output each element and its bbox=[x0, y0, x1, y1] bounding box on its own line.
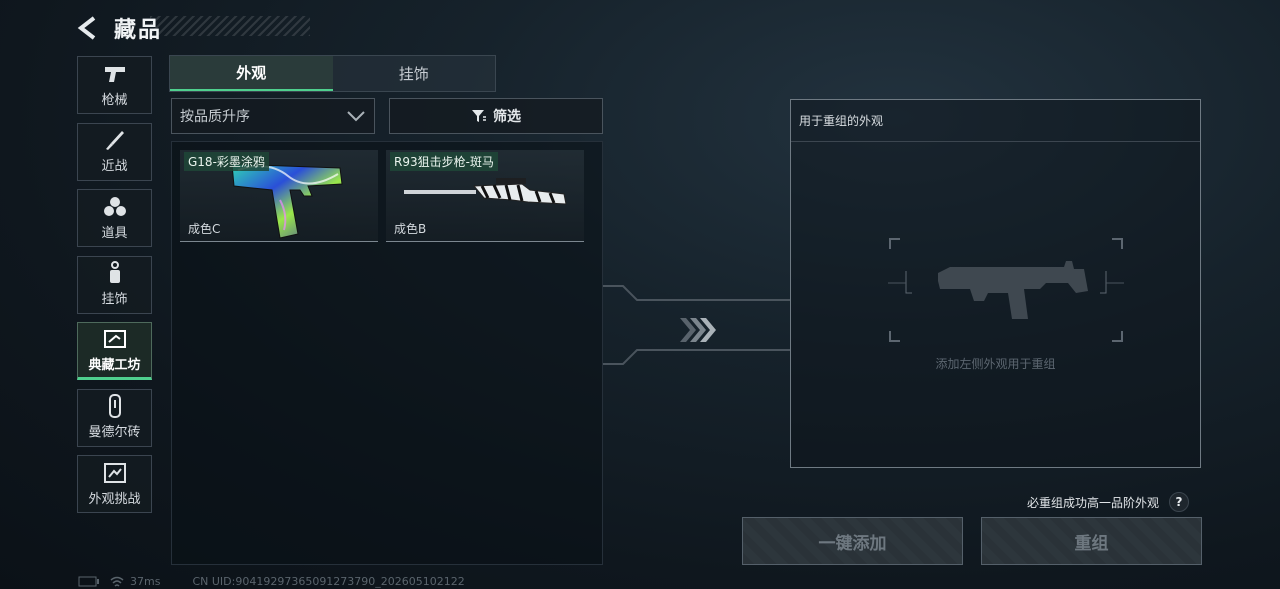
sidebar-item-workshop[interactable]: 典藏工坊 bbox=[77, 322, 152, 380]
uid-text: CN UID:904192973650912737​90_20260510212… bbox=[192, 575, 465, 588]
wifi-icon bbox=[110, 576, 124, 587]
item-grade: 成色C bbox=[188, 222, 221, 236]
sidebar-item-charms[interactable]: 挂饰 bbox=[77, 255, 152, 314]
filter-label: 筛选 bbox=[493, 109, 521, 125]
remix-panel-title: 用于重组的外观 bbox=[791, 100, 1200, 142]
remix-button[interactable]: 重组 bbox=[981, 517, 1202, 565]
filter-button[interactable]: 筛选 bbox=[389, 98, 603, 134]
guarantee-text: 必重组成功高一品阶外观 bbox=[1027, 495, 1160, 510]
item-grade: 成色B bbox=[394, 222, 427, 236]
brick-icon bbox=[103, 394, 127, 418]
chevron-down-icon bbox=[347, 111, 365, 122]
sidebar-item-label: 挂饰 bbox=[101, 292, 128, 307]
item-name: R93狙击步枪-斑马 bbox=[390, 152, 498, 171]
item-grid: G18-彩墨涂鸦 成色C R93狙击步枪-斑马 成色B bbox=[171, 141, 603, 565]
challenge-icon bbox=[103, 462, 127, 484]
add-all-button[interactable]: 一键添加 bbox=[742, 517, 963, 565]
sidebar-item-mandel-brick[interactable]: 曼德尔砖 bbox=[77, 388, 152, 447]
header: 藏品 bbox=[76, 10, 162, 46]
remix-hint: 添加左侧外观用于重组 bbox=[935, 357, 1056, 371]
status-bar: 37ms CN UID:904192973650912737​90_202605… bbox=[78, 575, 465, 588]
header-decoration bbox=[150, 16, 310, 36]
sidebar-item-guns[interactable]: 枪械 bbox=[77, 56, 152, 114]
tab-charms[interactable]: 挂饰 bbox=[332, 56, 495, 91]
ping-value: 37ms bbox=[130, 575, 161, 588]
sidebar-item-label: 道具 bbox=[101, 225, 128, 241]
sidebar-item-gadgets[interactable]: 道具 bbox=[77, 189, 152, 247]
pistol-skin-image bbox=[231, 163, 343, 239]
sidebar-item-label: 外观挑战 bbox=[88, 491, 141, 507]
remix-panel: 用于重组的外观 添加左侧外观用于重组 bbox=[790, 99, 1201, 468]
item-card[interactable]: R93狙击步枪-斑马 成色B bbox=[386, 150, 584, 242]
help-icon[interactable]: ? bbox=[1169, 492, 1190, 512]
tab-bar: 外观 挂饰 bbox=[169, 55, 496, 92]
workshop-icon bbox=[103, 328, 127, 350]
sort-dropdown[interactable]: 按品质升序 bbox=[171, 98, 375, 134]
sidebar-item-label: 近战 bbox=[101, 159, 128, 174]
sort-label: 按品质升序 bbox=[180, 109, 250, 125]
arrow-right-icon bbox=[680, 318, 716, 342]
tab-skins[interactable]: 外观 bbox=[170, 56, 333, 91]
filter-icon bbox=[472, 110, 486, 122]
sidebar-item-skin-challenge[interactable]: 外观挑战 bbox=[77, 455, 152, 513]
grenade-icon bbox=[103, 196, 127, 218]
sidebar-item-label: 典藏工坊 bbox=[88, 357, 141, 373]
knife-icon bbox=[103, 129, 127, 151]
category-sidebar: 枪械 近战 道具 挂饰 典藏工坊 曼德尔砖 外观挑战 bbox=[77, 56, 153, 522]
guarantee-note: 必重组成功高一品阶外观 ? bbox=[1027, 492, 1190, 512]
battery-icon bbox=[78, 576, 99, 587]
pistol-icon bbox=[103, 63, 127, 85]
sidebar-item-label: 曼德尔砖 bbox=[88, 425, 141, 440]
item-card[interactable]: G18-彩墨涂鸦 成色C bbox=[180, 150, 378, 242]
charm-icon bbox=[103, 261, 127, 284]
sidebar-item-label: 枪械 bbox=[101, 92, 128, 108]
sidebar-item-melee[interactable]: 近战 bbox=[77, 122, 152, 181]
back-arrow-icon[interactable] bbox=[76, 15, 100, 41]
rifle-placeholder-icon[interactable] bbox=[888, 237, 1124, 343]
sniper-skin-image bbox=[404, 178, 567, 205]
page-title: 藏品 bbox=[114, 18, 163, 43]
item-name: G18-彩墨涂鸦 bbox=[184, 152, 269, 171]
